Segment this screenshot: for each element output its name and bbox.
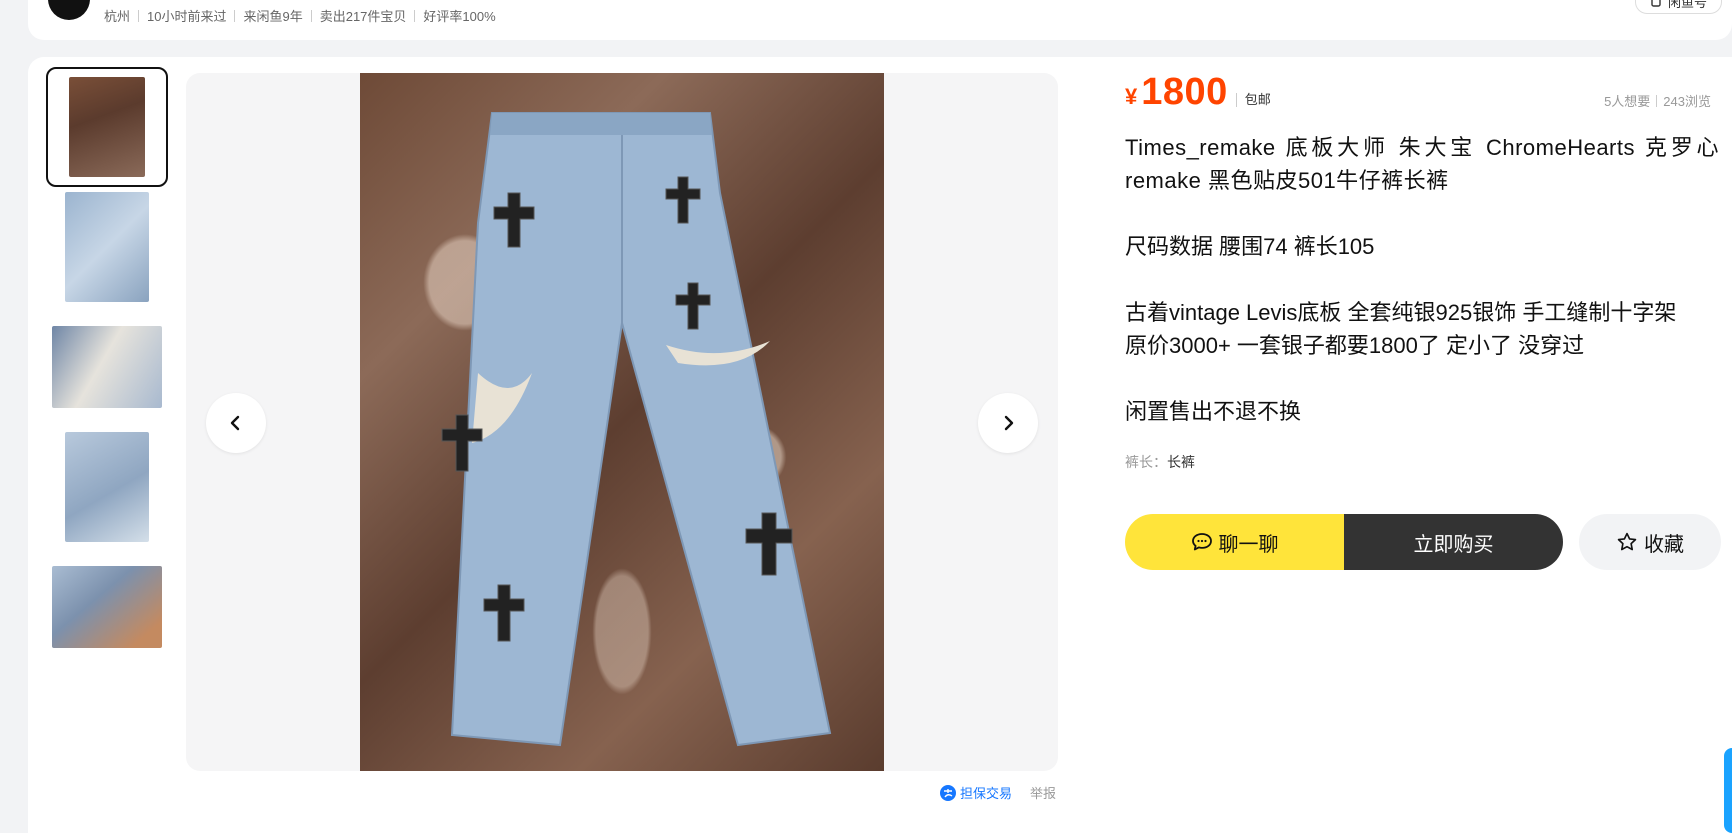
chevron-left-icon xyxy=(230,415,240,431)
attribute-key: 裤长： xyxy=(1125,454,1167,470)
report-link[interactable]: 举报 xyxy=(1030,783,1056,802)
seller-id-button[interactable]: 闲鱼号 xyxy=(1634,0,1722,14)
seller-id-label: 闲鱼号 xyxy=(1667,0,1707,10)
price-row: ¥ 1800 包邮 xyxy=(1125,71,1271,114)
seller-bar: 杭州 10小时前来过 来闲鱼9年 卖出217件宝贝 好评率100% 闲鱼号 xyxy=(28,0,1732,40)
size-info: 尺码数据 腰围74 裤长105 xyxy=(1125,234,1375,259)
thumbnail-image xyxy=(52,566,162,648)
action-buttons: 聊一聊 立即购买 收藏 xyxy=(1125,514,1721,570)
chat-button[interactable]: 聊一聊 xyxy=(1125,514,1344,570)
previous-image-button[interactable] xyxy=(206,393,266,453)
divider xyxy=(138,9,140,22)
seller-location: 杭州 xyxy=(104,9,131,24)
wants-count: 5人想要 xyxy=(1604,94,1651,109)
views-count: 243浏览 xyxy=(1663,94,1711,109)
seller-last-seen: 10小时前来过 xyxy=(147,9,227,24)
alipay-icon xyxy=(940,784,956,801)
divider xyxy=(414,9,416,22)
chat-label: 聊一聊 xyxy=(1218,533,1279,556)
product-attribute: 裤长：长裤 xyxy=(1125,452,1195,472)
detail-line-1: 古着vintage Levis底板 全套纯银925银饰 手工缝制十字架 xyxy=(1125,300,1677,325)
seller-rating: 好评率100% xyxy=(423,9,496,24)
attribute-value: 长裤 xyxy=(1167,454,1195,470)
buy-label: 立即购买 xyxy=(1413,533,1494,556)
guarantee-link[interactable]: 担保交易 xyxy=(940,783,1012,802)
thumbnail-1[interactable] xyxy=(46,67,168,187)
star-icon xyxy=(1617,532,1637,551)
seller-sold-count: 卖出217件宝贝 xyxy=(319,9,407,24)
product-photo[interactable] xyxy=(360,73,884,771)
side-float-tab[interactable] xyxy=(1724,748,1732,833)
detail-line-2: 原价3000+ 一套银子都要1800了 定小了 没穿过 xyxy=(1125,333,1585,358)
jeans-illustration xyxy=(441,112,832,747)
divider xyxy=(1656,94,1658,107)
thumbnail-image xyxy=(52,326,162,408)
favorite-button[interactable]: 收藏 xyxy=(1579,514,1721,570)
copy-icon xyxy=(1651,0,1661,7)
product-card: 担保交易 举报 ¥ 1800 包邮 5人想要 243浏览 Times_remak… xyxy=(28,57,1732,833)
thumbnail-3[interactable] xyxy=(46,307,168,427)
buy-now-button[interactable]: 立即购买 xyxy=(1344,514,1563,570)
thumbnail-image xyxy=(69,77,145,177)
divider xyxy=(234,9,236,22)
image-viewer xyxy=(186,73,1058,771)
favorite-label: 收藏 xyxy=(1644,533,1684,556)
interest-stats: 5人想要 243浏览 xyxy=(1604,91,1711,110)
chevron-right-icon xyxy=(1004,415,1014,431)
thumbnail-4[interactable] xyxy=(46,427,168,547)
thumbnail-image xyxy=(65,192,149,302)
seller-meta: 杭州 10小时前来过 来闲鱼9年 卖出217件宝贝 好评率100% xyxy=(104,6,496,25)
seller-avatar[interactable] xyxy=(48,0,90,20)
product-description: Times_remake 底板大师 朱大宝 ChromeHearts 克罗心 r… xyxy=(1125,131,1719,428)
return-policy: 闲置售出不退不换 xyxy=(1125,399,1302,424)
currency-symbol: ¥ xyxy=(1125,84,1138,109)
thumbnail-image xyxy=(65,432,149,542)
price-value: 1800 xyxy=(1141,71,1228,113)
thumbnail-2[interactable] xyxy=(46,187,168,307)
next-image-button[interactable] xyxy=(978,393,1038,453)
guarantee-label: 担保交易 xyxy=(960,786,1013,801)
shipping-badge: 包邮 xyxy=(1235,93,1271,107)
seller-member-since: 来闲鱼9年 xyxy=(243,9,303,24)
product-title: Times_remake 底板大师 朱大宝 ChromeHearts 克罗心 r… xyxy=(1125,135,1719,193)
thumbnail-5[interactable] xyxy=(46,547,168,667)
divider xyxy=(310,9,312,22)
guarantee-bar: 担保交易 举报 xyxy=(940,783,1056,802)
chat-bubble-icon xyxy=(1191,533,1212,551)
